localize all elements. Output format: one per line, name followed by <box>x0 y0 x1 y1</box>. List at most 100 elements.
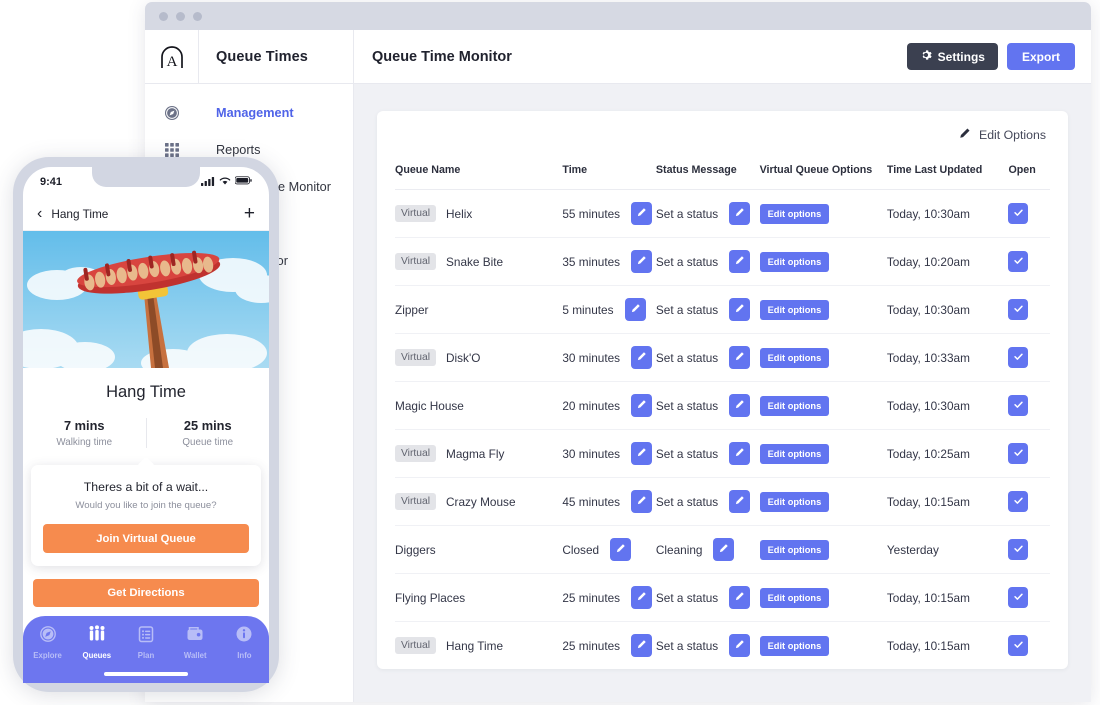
column-header-time: Time <box>562 164 588 176</box>
queue-name-text: Flying Places <box>395 590 466 605</box>
check-icon <box>1013 543 1024 557</box>
pencil-icon <box>718 542 729 557</box>
open-checkbox[interactable] <box>1008 395 1029 416</box>
cell-open <box>1008 478 1050 526</box>
export-button[interactable]: Export <box>1006 43 1075 70</box>
chevron-left-icon[interactable]: ‹ <box>37 205 42 222</box>
edit-time-button[interactable] <box>631 250 653 273</box>
time-text: 55 minutes <box>562 206 621 221</box>
virtual-tag: Virtual <box>395 205 437 222</box>
status-text: Set a status <box>655 638 719 653</box>
tab-plan[interactable]: Plan <box>121 625 170 660</box>
cell-queue-name: Zipper <box>395 286 562 334</box>
browser-titlebar <box>145 2 1091 30</box>
edit-status-button[interactable] <box>729 202 751 225</box>
settings-button[interactable]: Settings <box>906 43 998 70</box>
cell-open <box>1008 190 1050 238</box>
edit-options-button[interactable]: Edit options <box>759 395 830 416</box>
edit-time-button[interactable] <box>631 586 653 609</box>
pencil-icon <box>636 254 647 269</box>
tab-label: Wallet <box>183 651 207 660</box>
edit-options-link[interactable]: Edit Options <box>958 127 1046 143</box>
queue-name-text: Diggers <box>395 542 436 557</box>
open-checkbox[interactable] <box>1008 203 1029 224</box>
check-icon <box>1013 351 1024 365</box>
edit-time-button[interactable] <box>631 202 653 225</box>
cell-time: 20 minutes <box>562 382 656 430</box>
join-virtual-queue-button[interactable]: Join Virtual Queue <box>43 524 249 553</box>
edit-status-button[interactable] <box>729 634 751 657</box>
edit-time-button[interactable] <box>610 538 632 561</box>
edit-options-button[interactable]: Edit options <box>759 443 830 464</box>
table-row: Magic House 20 minutes Set a status Edit op… <box>395 382 1050 430</box>
open-checkbox[interactable] <box>1008 299 1029 320</box>
ride-stats: 7 mins Walking time 25 mins Queue time <box>23 418 269 448</box>
edit-status-button[interactable] <box>713 538 735 561</box>
plus-icon[interactable]: + <box>244 204 255 223</box>
virtual-tag: Virtual <box>395 253 437 270</box>
edit-status-button[interactable] <box>729 250 751 273</box>
cell-queue-name: Diggers <box>395 526 562 574</box>
edit-time-button[interactable] <box>631 394 653 417</box>
edit-options-button[interactable]: Edit options <box>759 635 830 656</box>
window-close-dot[interactable] <box>159 11 168 21</box>
open-checkbox[interactable] <box>1008 635 1029 656</box>
edit-status-button[interactable] <box>729 394 751 417</box>
open-checkbox[interactable] <box>1008 443 1029 464</box>
pencil-icon <box>636 638 647 653</box>
open-checkbox[interactable] <box>1008 539 1029 560</box>
sidebar-item-management[interactable]: Management <box>145 94 353 131</box>
pencil-icon <box>636 206 647 221</box>
tab-explore[interactable]: Explore <box>23 625 72 660</box>
open-checkbox[interactable] <box>1008 491 1029 512</box>
edit-status-button[interactable] <box>729 442 751 465</box>
edit-time-button[interactable] <box>631 442 653 465</box>
edit-options-button[interactable]: Edit options <box>759 251 830 272</box>
open-checkbox[interactable] <box>1008 347 1029 368</box>
queue-table-card: Edit Options Queue Name Time Status Mess… <box>377 111 1068 669</box>
edit-options-button[interactable]: Edit options <box>759 347 830 368</box>
cell-status-message: Set a status <box>656 238 760 286</box>
cell-time-last-updated: Today, 10:20am <box>886 254 970 269</box>
cell-time: 5 minutes <box>562 286 656 334</box>
column-header-virtual-queue-options: Virtual Queue Options <box>759 164 873 176</box>
cell-queue-name: Virtual Disk'O <box>395 334 562 382</box>
tab-wallet[interactable]: Wallet <box>171 625 220 660</box>
edit-time-button[interactable] <box>631 490 653 513</box>
pencil-icon <box>734 254 745 269</box>
cell-status-message: Set a status <box>656 430 760 478</box>
edit-options-button[interactable]: Edit options <box>759 299 830 320</box>
edit-status-button[interactable] <box>729 586 751 609</box>
table-row: Virtual Hang Time 25 minutes Set a status Ed… <box>395 622 1050 670</box>
pencil-icon <box>636 494 647 509</box>
tab-info[interactable]: Info <box>220 625 269 660</box>
edit-options-button[interactable]: Edit options <box>759 539 830 560</box>
edit-options-button[interactable]: Edit options <box>759 203 830 224</box>
edit-status-button[interactable] <box>729 490 751 513</box>
cell-open <box>1008 334 1050 382</box>
edit-options-button[interactable]: Edit options <box>759 587 830 608</box>
get-directions-button[interactable]: Get Directions <box>33 579 259 607</box>
cell-time-last-updated: Today, 10:25am <box>886 446 970 461</box>
cell-status-message: Set a status <box>656 574 760 622</box>
edit-time-button[interactable] <box>631 346 653 369</box>
cell-status-message: Set a status <box>656 190 760 238</box>
arch-a-logo-icon: A <box>145 29 199 84</box>
check-icon <box>1013 447 1024 461</box>
open-checkbox[interactable] <box>1008 587 1029 608</box>
cell-time-last-updated: Today, 10:15am <box>886 494 970 509</box>
virtual-tag: Virtual <box>395 445 437 462</box>
edit-time-button[interactable] <box>624 298 646 321</box>
open-checkbox[interactable] <box>1008 251 1029 272</box>
cell-status-message: Set a status <box>656 382 760 430</box>
status-text: Cleaning <box>655 542 703 557</box>
tab-queues[interactable]: Queues <box>72 625 121 660</box>
cell-virtual-queue-options: Edit options <box>759 382 887 430</box>
edit-status-button[interactable] <box>729 346 751 369</box>
window-maximize-dot[interactable] <box>193 11 202 21</box>
edit-time-button[interactable] <box>631 634 653 657</box>
edit-status-button[interactable] <box>729 298 751 321</box>
cellular-bars-icon <box>201 176 215 189</box>
edit-options-button[interactable]: Edit options <box>759 491 830 512</box>
window-minimize-dot[interactable] <box>176 11 185 21</box>
